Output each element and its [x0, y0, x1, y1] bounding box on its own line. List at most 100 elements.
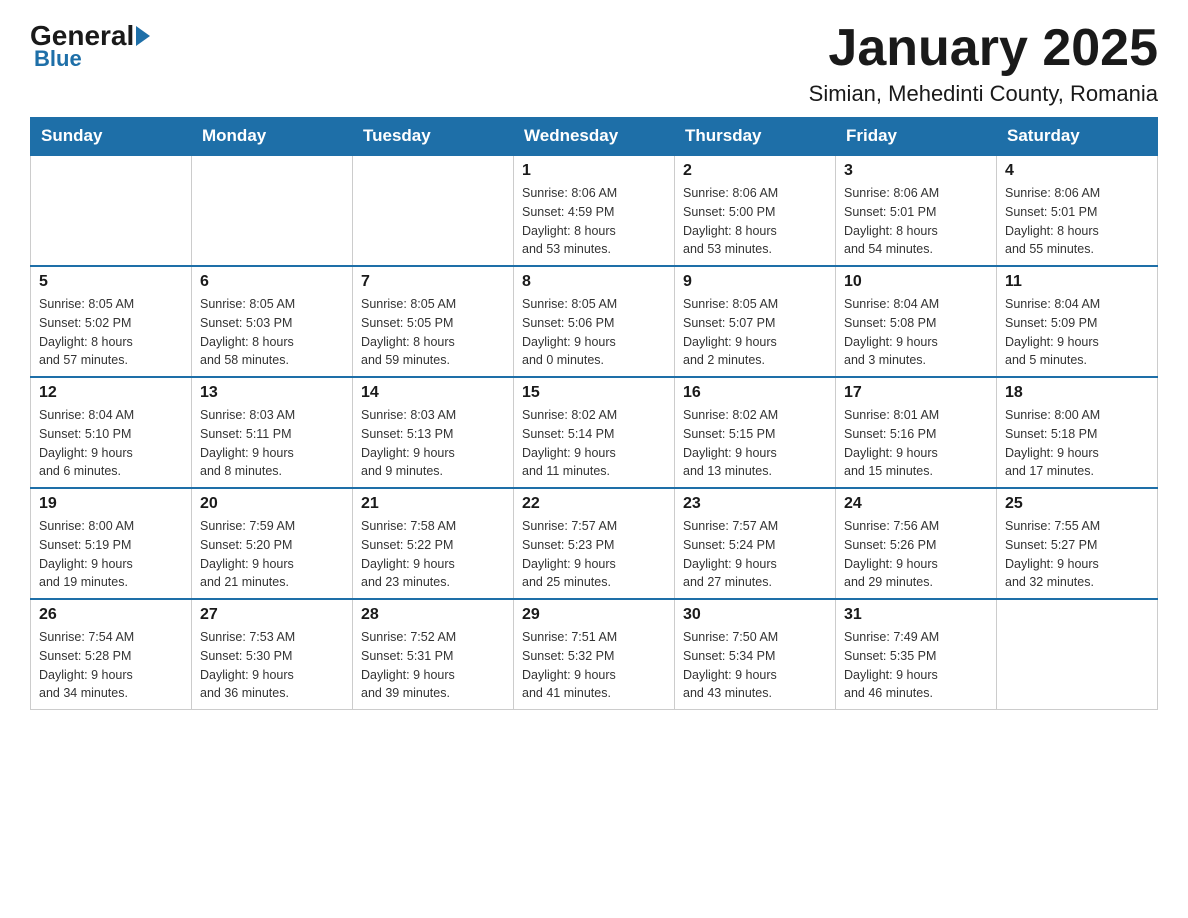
- day-info: Sunrise: 8:06 AMSunset: 4:59 PMDaylight:…: [522, 184, 666, 259]
- day-info: Sunrise: 8:05 AMSunset: 5:02 PMDaylight:…: [39, 295, 183, 370]
- calendar-cell-5-3: 28 Sunrise: 7:52 AMSunset: 5:31 PMDayligh…: [353, 599, 514, 710]
- day-info: Sunrise: 7:58 AMSunset: 5:22 PMDaylight:…: [361, 517, 505, 592]
- day-number: 8: [522, 273, 666, 291]
- day-number: 9: [683, 273, 827, 291]
- day-info: Sunrise: 8:05 AMSunset: 5:03 PMDaylight:…: [200, 295, 344, 370]
- day-number: 26: [39, 606, 183, 624]
- page-header: General Blue January 2025 Simian, Mehedi…: [30, 20, 1158, 107]
- logo-arrow-icon: [136, 26, 150, 46]
- day-info: Sunrise: 8:02 AMSunset: 5:14 PMDaylight:…: [522, 406, 666, 481]
- calendar-header-sunday: Sunday: [31, 118, 192, 156]
- day-info: Sunrise: 7:59 AMSunset: 5:20 PMDaylight:…: [200, 517, 344, 592]
- day-number: 21: [361, 495, 505, 513]
- day-info: Sunrise: 7:57 AMSunset: 5:23 PMDaylight:…: [522, 517, 666, 592]
- calendar-cell-1-1: [31, 155, 192, 266]
- day-info: Sunrise: 8:03 AMSunset: 5:11 PMDaylight:…: [200, 406, 344, 481]
- calendar-header-friday: Friday: [836, 118, 997, 156]
- day-info: Sunrise: 8:01 AMSunset: 5:16 PMDaylight:…: [844, 406, 988, 481]
- calendar-header-tuesday: Tuesday: [353, 118, 514, 156]
- calendar-cell-2-7: 11Sunrise: 8:04 AMSunset: 5:09 PMDayligh…: [997, 266, 1158, 377]
- day-number: 15: [522, 384, 666, 402]
- week-row-1: 1 Sunrise: 8:06 AMSunset: 4:59 PMDaylight…: [31, 155, 1158, 266]
- calendar-cell-3-7: 18 Sunrise: 8:00 AMSunset: 5:18 PMDayligh…: [997, 377, 1158, 488]
- day-info: Sunrise: 8:00 AMSunset: 5:19 PMDaylight:…: [39, 517, 183, 592]
- calendar-cell-4-1: 19 Sunrise: 8:00 AMSunset: 5:19 PMDayligh…: [31, 488, 192, 599]
- day-number: 11: [1005, 273, 1149, 291]
- day-number: 13: [200, 384, 344, 402]
- calendar-cell-3-4: 15 Sunrise: 8:02 AMSunset: 5:14 PMDayligh…: [514, 377, 675, 488]
- calendar-cell-3-1: 12 Sunrise: 8:04 AMSunset: 5:10 PMDayligh…: [31, 377, 192, 488]
- calendar-cell-5-5: 30 Sunrise: 7:50 AMSunset: 5:34 PMDayligh…: [675, 599, 836, 710]
- calendar-cell-3-5: 16 Sunrise: 8:02 AMSunset: 5:15 PMDayligh…: [675, 377, 836, 488]
- calendar-cell-3-3: 14 Sunrise: 8:03 AMSunset: 5:13 PMDayligh…: [353, 377, 514, 488]
- calendar-cell-5-4: 29 Sunrise: 7:51 AMSunset: 5:32 PMDayligh…: [514, 599, 675, 710]
- day-info: Sunrise: 7:50 AMSunset: 5:34 PMDaylight:…: [683, 628, 827, 703]
- logo-blue-text: Blue: [34, 46, 82, 72]
- day-number: 7: [361, 273, 505, 291]
- day-info: Sunrise: 7:53 AMSunset: 5:30 PMDaylight:…: [200, 628, 344, 703]
- calendar-header-thursday: Thursday: [675, 118, 836, 156]
- day-number: 23: [683, 495, 827, 513]
- calendar-cell-1-7: 4 Sunrise: 8:06 AMSunset: 5:01 PMDaylight…: [997, 155, 1158, 266]
- day-number: 16: [683, 384, 827, 402]
- day-info: Sunrise: 7:51 AMSunset: 5:32 PMDaylight:…: [522, 628, 666, 703]
- calendar-header-saturday: Saturday: [997, 118, 1158, 156]
- day-number: 28: [361, 606, 505, 624]
- week-row-2: 5Sunrise: 8:05 AMSunset: 5:02 PMDaylight…: [31, 266, 1158, 377]
- day-info: Sunrise: 8:04 AMSunset: 5:10 PMDaylight:…: [39, 406, 183, 481]
- calendar-cell-2-4: 8 Sunrise: 8:05 AMSunset: 5:06 PMDaylight…: [514, 266, 675, 377]
- day-number: 25: [1005, 495, 1149, 513]
- week-row-3: 12 Sunrise: 8:04 AMSunset: 5:10 PMDayligh…: [31, 377, 1158, 488]
- calendar-cell-1-5: 2 Sunrise: 8:06 AMSunset: 5:00 PMDaylight…: [675, 155, 836, 266]
- day-number: 1: [522, 162, 666, 180]
- day-number: 12: [39, 384, 183, 402]
- day-info: Sunrise: 7:52 AMSunset: 5:31 PMDaylight:…: [361, 628, 505, 703]
- calendar-cell-2-6: 10 Sunrise: 8:04 AMSunset: 5:08 PMDayligh…: [836, 266, 997, 377]
- calendar-cell-1-3: [353, 155, 514, 266]
- day-info: Sunrise: 8:04 AMSunset: 5:08 PMDaylight:…: [844, 295, 988, 370]
- day-info: Sunrise: 8:05 AMSunset: 5:06 PMDaylight:…: [522, 295, 666, 370]
- day-info: Sunrise: 8:00 AMSunset: 5:18 PMDaylight:…: [1005, 406, 1149, 481]
- day-number: 17: [844, 384, 988, 402]
- day-number: 3: [844, 162, 988, 180]
- day-info: Sunrise: 8:02 AMSunset: 5:15 PMDaylight:…: [683, 406, 827, 481]
- day-info: Sunrise: 8:06 AMSunset: 5:00 PMDaylight:…: [683, 184, 827, 259]
- day-number: 19: [39, 495, 183, 513]
- calendar-cell-1-4: 1 Sunrise: 8:06 AMSunset: 4:59 PMDaylight…: [514, 155, 675, 266]
- calendar-subtitle: Simian, Mehedinti County, Romania: [809, 81, 1158, 107]
- day-number: 24: [844, 495, 988, 513]
- calendar-cell-5-2: 27 Sunrise: 7:53 AMSunset: 5:30 PMDayligh…: [192, 599, 353, 710]
- calendar-cell-1-2: [192, 155, 353, 266]
- calendar-cell-2-3: 7Sunrise: 8:05 AMSunset: 5:05 PMDaylight…: [353, 266, 514, 377]
- calendar-cell-4-7: 25 Sunrise: 7:55 AMSunset: 5:27 PMDayligh…: [997, 488, 1158, 599]
- day-number: 18: [1005, 384, 1149, 402]
- day-info: Sunrise: 8:03 AMSunset: 5:13 PMDaylight:…: [361, 406, 505, 481]
- calendar-title: January 2025: [809, 20, 1158, 77]
- day-number: 14: [361, 384, 505, 402]
- day-number: 2: [683, 162, 827, 180]
- calendar-header-wednesday: Wednesday: [514, 118, 675, 156]
- week-row-4: 19 Sunrise: 8:00 AMSunset: 5:19 PMDayligh…: [31, 488, 1158, 599]
- logo: General Blue: [30, 20, 152, 72]
- calendar-cell-3-2: 13 Sunrise: 8:03 AMSunset: 5:11 PMDayligh…: [192, 377, 353, 488]
- calendar-table: SundayMondayTuesdayWednesdayThursdayFrid…: [30, 117, 1158, 710]
- calendar-cell-4-4: 22 Sunrise: 7:57 AMSunset: 5:23 PMDayligh…: [514, 488, 675, 599]
- calendar-cell-2-2: 6Sunrise: 8:05 AMSunset: 5:03 PMDaylight…: [192, 266, 353, 377]
- day-number: 27: [200, 606, 344, 624]
- day-number: 4: [1005, 162, 1149, 180]
- week-row-5: 26Sunrise: 7:54 AMSunset: 5:28 PMDayligh…: [31, 599, 1158, 710]
- day-number: 29: [522, 606, 666, 624]
- title-section: January 2025 Simian, Mehedinti County, R…: [809, 20, 1158, 107]
- day-number: 10: [844, 273, 988, 291]
- day-info: Sunrise: 8:06 AMSunset: 5:01 PMDaylight:…: [1005, 184, 1149, 259]
- day-number: 31: [844, 606, 988, 624]
- calendar-cell-5-1: 26Sunrise: 7:54 AMSunset: 5:28 PMDayligh…: [31, 599, 192, 710]
- day-info: Sunrise: 8:05 AMSunset: 5:07 PMDaylight:…: [683, 295, 827, 370]
- day-number: 22: [522, 495, 666, 513]
- calendar-cell-3-6: 17 Sunrise: 8:01 AMSunset: 5:16 PMDayligh…: [836, 377, 997, 488]
- calendar-cell-5-6: 31Sunrise: 7:49 AMSunset: 5:35 PMDayligh…: [836, 599, 997, 710]
- calendar-cell-4-3: 21 Sunrise: 7:58 AMSunset: 5:22 PMDayligh…: [353, 488, 514, 599]
- day-info: Sunrise: 7:55 AMSunset: 5:27 PMDaylight:…: [1005, 517, 1149, 592]
- day-number: 30: [683, 606, 827, 624]
- calendar-cell-4-6: 24Sunrise: 7:56 AMSunset: 5:26 PMDayligh…: [836, 488, 997, 599]
